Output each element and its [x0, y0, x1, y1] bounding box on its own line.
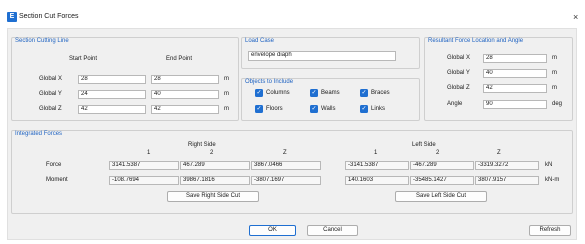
left-force-2: -467.289: [410, 161, 474, 170]
beams-checkbox[interactable]: ✓: [310, 89, 318, 97]
braces-label: Braces: [371, 90, 390, 96]
col-header: 2: [436, 150, 440, 156]
force-row-label: Force: [46, 162, 62, 168]
col-header: Z: [497, 150, 501, 156]
unit-label: m: [224, 76, 229, 82]
right-moment-z: -3807.1697: [251, 176, 321, 185]
cut-label-x: Global X: [39, 76, 63, 82]
angle-label: Angle: [447, 101, 463, 107]
end-y-field[interactable]: 40: [151, 90, 219, 99]
left-moment-2: -35485.1427: [410, 176, 474, 185]
load-case-group: Load Case envelope diaph: [241, 37, 420, 69]
resultant-label-x: Global X: [447, 55, 471, 61]
group-title: Load Case: [245, 38, 275, 44]
unit-label: m: [552, 55, 557, 61]
start-y-field[interactable]: 24: [78, 90, 146, 99]
col-header: 1: [147, 150, 151, 156]
links-checkbox[interactable]: ✓: [360, 105, 368, 113]
floors-label: Floors: [266, 106, 283, 112]
walls-label: Walls: [321, 106, 336, 112]
left-moment-z: 3807.9157: [475, 176, 539, 185]
unit-label: m: [224, 91, 229, 97]
left-side-header: Left Side: [412, 142, 436, 148]
objects-to-include-group: Objects to Include ✓ Columns ✓ Beams ✓ B…: [241, 78, 420, 121]
save-left-side-cut-button[interactable]: Save Left Side Cut: [395, 191, 487, 202]
right-force-z: 3867.0466: [251, 161, 321, 170]
window-title: Section Cut Forces: [19, 13, 79, 20]
end-z-field[interactable]: 42: [151, 105, 219, 114]
unit-label: m: [224, 106, 229, 112]
cut-label-y: Global Y: [39, 91, 62, 97]
angle-field[interactable]: 90: [483, 100, 547, 109]
links-label: Links: [371, 106, 386, 112]
floors-checkbox[interactable]: ✓: [255, 105, 263, 113]
start-z-field[interactable]: 42: [78, 105, 146, 114]
section-cutting-line-group: Section Cutting Line Start Point End Poi…: [11, 37, 239, 121]
resultant-z-field[interactable]: 42: [483, 84, 547, 93]
col-header: Z: [283, 150, 287, 156]
group-title: Objects to Include: [245, 79, 294, 85]
dialog-body: Section Cutting Line Start Point End Poi…: [7, 28, 577, 240]
force-unit: kN: [545, 162, 553, 168]
columns-label: Columns: [266, 90, 290, 96]
unit-label: m: [552, 70, 557, 76]
left-moment-1: 140.1603: [345, 176, 409, 185]
unit-label: deg: [552, 101, 563, 107]
end-x-field[interactable]: 28: [151, 75, 219, 84]
start-x-field[interactable]: 28: [78, 75, 146, 84]
walls-checkbox[interactable]: ✓: [310, 105, 318, 113]
refresh-button[interactable]: Refresh: [529, 225, 571, 236]
resultant-x-field[interactable]: 28: [483, 54, 547, 63]
moment-unit: kN-m: [545, 177, 560, 183]
cancel-button[interactable]: Cancel: [307, 225, 358, 236]
group-title: Integrated Forces: [15, 131, 63, 137]
close-icon[interactable]: ×: [573, 12, 578, 22]
save-right-side-cut-button[interactable]: Save Right Side Cut: [167, 191, 259, 202]
title-bar: E Section Cut Forces ×: [0, 0, 585, 22]
beams-label: Beams: [321, 90, 340, 96]
col-header: 1: [374, 150, 378, 156]
ok-button[interactable]: OK: [249, 225, 296, 236]
resultant-y-field[interactable]: 40: [483, 69, 547, 78]
right-moment-2: 39867.1816: [180, 176, 250, 185]
resultant-label-y: Global Y: [447, 70, 470, 76]
end-point-header: End Point: [166, 56, 193, 62]
right-force-1: 3141.5387: [109, 161, 179, 170]
group-title: Section Cutting Line: [15, 38, 69, 44]
right-force-2: 467.289: [180, 161, 250, 170]
start-point-header: Start Point: [69, 56, 98, 62]
unit-label: m: [552, 85, 557, 91]
left-force-1: -3141.5387: [345, 161, 409, 170]
col-header: 2: [210, 150, 214, 156]
load-case-field[interactable]: envelope diaph: [248, 51, 396, 61]
group-title: Resultant Force Location and Angle: [428, 38, 524, 44]
columns-checkbox[interactable]: ✓: [255, 89, 263, 97]
right-moment-1: -108.7694: [109, 176, 179, 185]
braces-checkbox[interactable]: ✓: [360, 89, 368, 97]
app-icon: E: [7, 12, 17, 22]
resultant-force-group: Resultant Force Location and Angle Globa…: [424, 37, 573, 121]
left-force-z: -3319.3272: [475, 161, 539, 170]
resultant-label-z: Global Z: [447, 85, 470, 91]
cut-label-z: Global Z: [39, 106, 62, 112]
integrated-forces-group: Integrated Forces Right Side 1 2 Z Left …: [11, 130, 573, 214]
moment-row-label: Moment: [46, 177, 68, 183]
